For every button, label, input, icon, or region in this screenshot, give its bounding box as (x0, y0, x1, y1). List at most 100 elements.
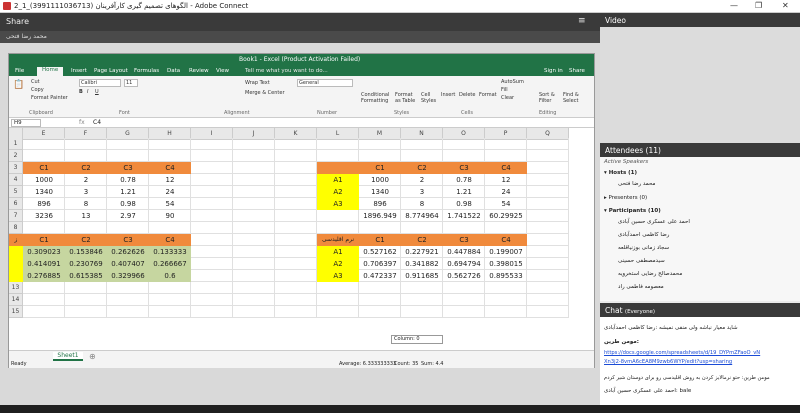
sheet-cell[interactable] (275, 306, 317, 318)
cut-button[interactable]: Cut (31, 79, 40, 85)
table-header-cell[interactable]: C2 (401, 234, 443, 246)
fill-button[interactable]: Fill (501, 87, 508, 93)
chat-audience[interactable]: (Everyone) (625, 309, 655, 315)
autosum-button[interactable]: AutoSum (501, 79, 524, 85)
participant-item[interactable]: محمدصالح رضایی استخرویه (604, 271, 794, 281)
sheet-cell[interactable] (107, 150, 149, 162)
table-cell[interactable]: 0.199007 (485, 246, 527, 258)
table-cell[interactable]: 0.329966 (107, 270, 149, 282)
sheet-cell[interactable] (401, 138, 443, 150)
sheet-tab[interactable]: Sheet1 (53, 352, 83, 361)
table-header-cell[interactable]: C1 (23, 162, 65, 174)
sheet-cell[interactable] (527, 210, 569, 222)
table-cell[interactable]: 1000 (359, 174, 401, 186)
sheet-cell[interactable] (233, 234, 275, 246)
sheet-cell[interactable] (527, 294, 569, 306)
table-cell[interactable]: 0.98 (443, 198, 485, 210)
participant-item[interactable]: رضا کاظمی احمدآبادی (604, 232, 794, 242)
sheet-cell[interactable] (401, 222, 443, 234)
sheet-cell[interactable] (233, 210, 275, 222)
tab-insert[interactable]: Insert (71, 68, 87, 74)
table-cell[interactable]: 0.414091 (23, 258, 65, 270)
sheet-cell[interactable] (443, 150, 485, 162)
sheet-cell[interactable] (359, 294, 401, 306)
host-item[interactable]: محمد رضا فتحی (604, 181, 794, 191)
maximize-icon[interactable]: ❐ (755, 1, 762, 10)
sort-filter-button[interactable]: Sort & Filter (539, 92, 561, 104)
tab-file[interactable]: File (15, 68, 24, 74)
table-header-cell[interactable]: C3 (443, 162, 485, 174)
row-header[interactable]: 3 (9, 162, 23, 174)
sheet-cell[interactable] (191, 294, 233, 306)
clear-button[interactable]: Clear (501, 95, 514, 101)
table-header-cell[interactable]: C2 (65, 162, 107, 174)
sheet-cell[interactable] (485, 294, 527, 306)
table-cell[interactable]: 0.78 (443, 174, 485, 186)
table-cell[interactable]: 24 (485, 186, 527, 198)
sheet-cell[interactable] (23, 222, 65, 234)
insert-cells-button[interactable]: Insert (441, 92, 455, 98)
sheet-cell[interactable] (23, 294, 65, 306)
table-cell[interactable]: 0.262626 (107, 246, 149, 258)
table-cell[interactable]: 54 (149, 198, 191, 210)
tab-formulas[interactable]: Formulas (134, 68, 159, 74)
table-cell[interactable]: 0.447884 (443, 246, 485, 258)
sheet-cell[interactable] (401, 294, 443, 306)
sheet-cell[interactable] (233, 174, 275, 186)
sheet-cell[interactable] (23, 138, 65, 150)
sheet-cell[interactable] (275, 222, 317, 234)
copy-button[interactable]: Copy (31, 87, 44, 93)
sheet-cell[interactable] (65, 306, 107, 318)
table-sum-cell[interactable]: 2.97 (107, 210, 149, 222)
add-sheet-icon[interactable]: ⊕ (89, 352, 96, 361)
table-cell[interactable]: 0.98 (107, 198, 149, 210)
sheet-cell[interactable] (401, 306, 443, 318)
sheet-cell[interactable] (191, 222, 233, 234)
sheet-cell[interactable] (191, 198, 233, 210)
sheet-cell[interactable] (443, 294, 485, 306)
sheet-cell[interactable] (233, 198, 275, 210)
sheet-cell[interactable] (443, 138, 485, 150)
wrap-text-button[interactable]: Wrap Text (245, 80, 270, 86)
table-cell[interactable]: 54 (485, 198, 527, 210)
minimize-icon[interactable]: — (730, 1, 738, 10)
sheet-cell[interactable] (275, 282, 317, 294)
sheet-cell[interactable] (191, 258, 233, 270)
table-header-cell[interactable]: C1 (23, 234, 65, 246)
table-cell[interactable]: 0.706397 (359, 258, 401, 270)
row-header[interactable]: 5 (9, 186, 23, 198)
table-cell[interactable]: 0.527162 (359, 246, 401, 258)
participant-item[interactable]: سجاد زمانی بوزنیاقلعه (604, 245, 794, 255)
sheet-cell[interactable] (527, 258, 569, 270)
sheet-cell[interactable] (107, 138, 149, 150)
table-header-cell[interactable]: C4 (485, 162, 527, 174)
sheet-cell[interactable] (65, 222, 107, 234)
sheet-cell[interactable] (191, 150, 233, 162)
row-label-cell[interactable]: A3 (317, 270, 359, 282)
table-cell[interactable]: 12 (149, 174, 191, 186)
row-header[interactable]: 7 (9, 210, 23, 222)
sheet-cell[interactable] (191, 282, 233, 294)
format-as-table-button[interactable]: Format as Table (395, 92, 419, 104)
sheet-cell[interactable] (527, 282, 569, 294)
sheet-cell[interactable] (233, 186, 275, 198)
sheet-cell[interactable] (443, 222, 485, 234)
table-cell[interactable]: 1000 (23, 174, 65, 186)
formula-input[interactable]: C4 (93, 119, 101, 126)
sheet-cell[interactable] (233, 162, 275, 174)
sheet-cell[interactable] (65, 294, 107, 306)
sheet-cell[interactable] (191, 234, 233, 246)
sheet-cell[interactable] (233, 246, 275, 258)
sheet-cell[interactable] (401, 150, 443, 162)
sheet-cell[interactable] (275, 150, 317, 162)
table-cell[interactable]: 0.309023 (23, 246, 65, 258)
table-header-cell[interactable]: C3 (443, 234, 485, 246)
sheet-cell[interactable] (275, 270, 317, 282)
row-header[interactable]: 4 (9, 174, 23, 186)
participants-group[interactable]: ▾ Participants (10) (604, 208, 794, 218)
table-header-cell[interactable]: C2 (401, 162, 443, 174)
table-header-cell[interactable]: C1 (359, 234, 401, 246)
italic-button[interactable]: I (87, 89, 88, 95)
table-sum-cell[interactable]: 8.774964 (401, 210, 443, 222)
sheet-cell[interactable] (191, 246, 233, 258)
